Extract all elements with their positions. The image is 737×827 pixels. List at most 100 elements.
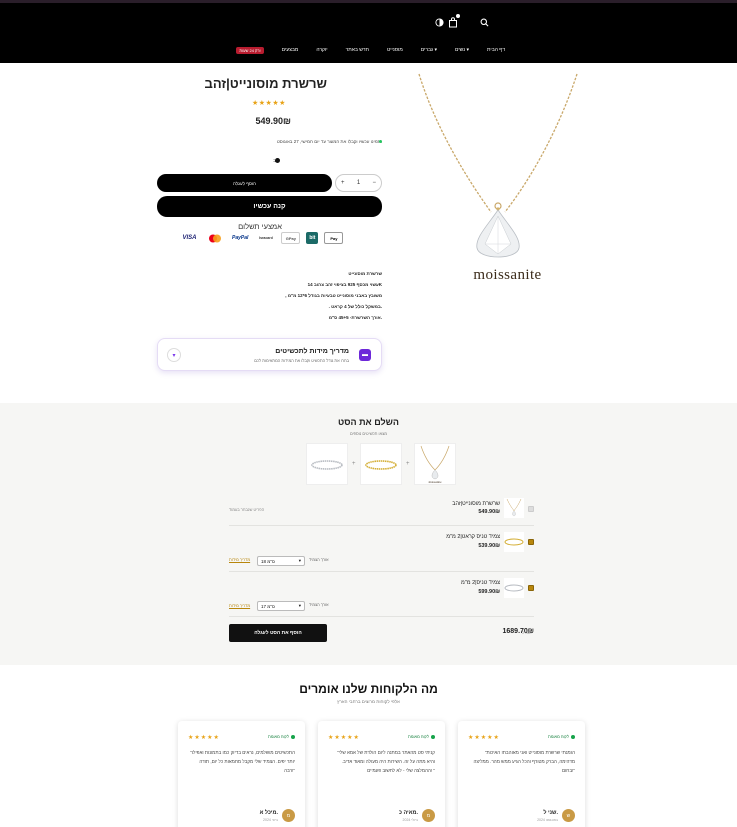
size-select-value: 17 ס"מ xyxy=(261,603,275,609)
size-guide-title: מדריך מידות לתכשיטים xyxy=(275,348,349,355)
product-description: שרשרת מוסונייט עשוי מכסף 925 בציפוי זהב … xyxy=(240,268,382,323)
testimonial-stars: ★★★★★ xyxy=(188,735,220,741)
set-total-label: סה"כ: xyxy=(522,630,532,635)
chevron-down-icon: ▾ xyxy=(433,47,438,53)
plus-icon: + xyxy=(352,461,356,467)
testimonials-title: מה הלקוחות שלנו אומרים xyxy=(299,682,438,696)
review-date: 2024 ביוני xyxy=(263,818,278,822)
product-image-caption: moissanite xyxy=(473,267,542,283)
testimonial-stars: ★★★★★ xyxy=(468,735,500,741)
payment-methods-title: אמצעי תשלום xyxy=(238,222,282,231)
set-row-thumbnail xyxy=(504,498,524,518)
reviewer-name: מאיה כ. xyxy=(398,810,418,816)
visa-logo: VISA xyxy=(182,235,197,241)
chevron-down-icon[interactable]: ▾ xyxy=(167,348,181,362)
set-row: שרשרת מוסונייט|זהב 549.90₪ הפריט שנבחר ב… xyxy=(229,494,534,526)
main-nav: דף הבית נשים ▾ גברים ▾ מוסנייט חדש באתר יוקרה… xyxy=(236,45,505,55)
testimonial-card: ★★★★★ לקוח מאומת "התכשיטים מושלמים, נראי… xyxy=(178,721,305,827)
qty-plus-button[interactable]: + xyxy=(341,180,345,186)
verified-badge: לקוח מאומת xyxy=(408,734,435,739)
nav-item[interactable]: נשים ▾ xyxy=(455,47,469,53)
verified-badge: לקוח מאומת xyxy=(268,734,295,739)
color-swatch-gold[interactable] xyxy=(275,158,280,163)
set-row-price: 549.90₪ xyxy=(478,509,500,515)
chevron-down-icon: ▾ xyxy=(465,47,470,53)
rating-stars[interactable]: ★★★★★ xyxy=(252,99,286,107)
nav-item-label: חדש באתר xyxy=(345,47,369,53)
set-row-checkbox[interactable] xyxy=(528,506,534,512)
size-select-value: 18 ס"מ xyxy=(261,558,275,564)
applepay-logo: Pay xyxy=(324,232,344,244)
paypal-logo: PayPal xyxy=(232,235,249,241)
add-to-cart-button[interactable]: הוסף לעגלה xyxy=(157,174,332,192)
description-line: עשוי מכסף 925 בציפוי זהב צהוב 14K xyxy=(307,282,382,287)
nav-item[interactable]: יוקרה xyxy=(316,47,327,53)
set-row-checkbox[interactable] xyxy=(528,585,534,591)
testimonial-card: ★★★★★ לקוח מאומת "קניתי סט מהאתר במתנה ל… xyxy=(318,721,445,827)
set-thumb-bracelet-silver[interactable] xyxy=(306,443,348,485)
set-thumb-necklace[interactable]: moissanite xyxy=(414,443,456,485)
set-row-name: צמיד טניס קראט|2 מ"מ xyxy=(446,534,500,540)
avatar: מ xyxy=(422,809,435,822)
bit-logo: bit xyxy=(306,232,319,244)
chevron-down-icon: ▾ xyxy=(298,603,301,608)
nav-item-label: נשים xyxy=(455,47,466,53)
description-line: אורך השרשרת- 45+5 ס"מ. xyxy=(328,315,382,320)
nav-item[interactable]: מבצעים xyxy=(282,47,299,53)
description-line: , משובץ באבני מוסונייט טבעיות בגודל 6*12… xyxy=(285,293,382,298)
quantity-stepper[interactable]: + 1 − xyxy=(335,174,382,192)
avatar: מ xyxy=(282,809,295,822)
search-icon[interactable] xyxy=(480,18,489,30)
chevron-down-icon: ▾ xyxy=(298,558,301,563)
mastercard-logo xyxy=(205,232,224,244)
set-row-checkbox[interactable] xyxy=(528,539,534,545)
payment-methods-row: VISA PayPal Isracard GPay bit Pay xyxy=(180,231,355,245)
bracelet-size-select[interactable]: 18 ס"מ ▾ xyxy=(257,556,305,566)
nav-item[interactable]: חדש באתר xyxy=(346,47,369,53)
description-line: שרשרת מוסונייט xyxy=(348,271,382,276)
shipping-status-dot xyxy=(379,140,382,143)
isracard-logo: Isracard xyxy=(259,236,273,240)
testimonial-text: "הזמנתי שרשרת מוסונייט ואני מאוהבת! האיכ… xyxy=(473,750,575,773)
size-select-label: אורך הצמיד xyxy=(309,602,329,607)
nav-item-label: מבצעים xyxy=(281,47,299,53)
cart-icon[interactable] xyxy=(448,17,458,31)
set-row-thumbnail xyxy=(504,532,524,552)
qty-value[interactable]: 1 xyxy=(357,180,360,186)
testimonial-card: ★★★★★ לקוח מאומת "הזמנתי שרשרת מוסונייט … xyxy=(458,721,585,827)
reviewer-name: שני ל. xyxy=(543,810,558,816)
nav-item[interactable]: גברים ▾ xyxy=(421,47,437,53)
size-select-label: אורך הצמיד xyxy=(309,557,329,562)
review-date: 2024 ביולי xyxy=(402,818,418,822)
sale-badge[interactable]: רק 24 שעות! xyxy=(236,46,264,54)
complete-set-subtitle: מצאו תכשיטים נוספים xyxy=(349,431,388,436)
nav-item-label: דף הבית xyxy=(487,47,505,53)
nav-item[interactable]: מוסנייט xyxy=(387,47,403,53)
cart-count-badge xyxy=(456,14,460,18)
add-set-to-cart-button[interactable]: הוסף את הסט לעגלה xyxy=(229,624,327,642)
set-row-name: צמיד טניס|2 מ"מ xyxy=(461,580,500,586)
nav-item-label: מוסנייט xyxy=(386,47,403,53)
size-guide-subtitle: בחרו את גודל התכשיט וקבלו את המידות המתא… xyxy=(254,358,349,363)
size-guide-link[interactable]: מדריך מידות xyxy=(229,557,250,562)
reviewer-name: מיכל א. xyxy=(259,810,278,816)
nav-item-label: גברים xyxy=(420,47,434,53)
buy-now-button[interactable]: קנה עכשיו xyxy=(157,196,382,217)
size-guide-link[interactable]: מדריך מידות xyxy=(229,603,250,608)
nav-item-label: יוקרה xyxy=(316,47,328,53)
set-thumb-bracelet-gold[interactable] xyxy=(360,443,402,485)
ruler-icon: ▬ xyxy=(359,349,371,361)
theme-toggle-icon[interactable] xyxy=(435,18,444,30)
review-date: 2024 באוגוסט xyxy=(537,818,558,822)
verified-badge: לקוח מאומת xyxy=(548,734,575,739)
product-title: שרשרת מוסונייט|זהב xyxy=(204,76,327,91)
set-row-name: שרשרת מוסונייט|זהב xyxy=(452,501,500,507)
bracelet-size-select[interactable]: 17 ס"מ ▾ xyxy=(257,601,305,611)
nav-item[interactable]: דף הבית xyxy=(487,47,505,53)
header-top-strip xyxy=(0,0,737,3)
set-row: צמיד טניס קראט|2 מ"מ 539.90₪ מדריך מידות… xyxy=(229,526,534,572)
site-header: דף הבית נשים ▾ גברים ▾ מוסנייט חדש באתר יוקרה… xyxy=(0,0,737,63)
avatar: ש xyxy=(562,809,575,822)
qty-minus-button[interactable]: − xyxy=(372,180,376,186)
size-guide-card[interactable]: ▬ מדריך מידות לתכשיטים בחרו את גודל התכש… xyxy=(157,338,382,371)
